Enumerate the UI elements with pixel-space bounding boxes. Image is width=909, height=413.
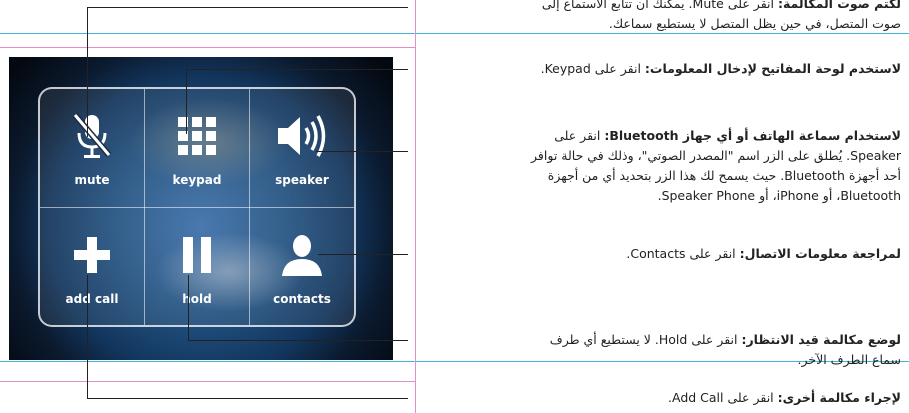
callout-line-speaker — [316, 151, 408, 152]
contacts-button[interactable]: contacts — [250, 208, 354, 326]
callout-text-hold: لوضع مكالمة قيد الانتظار: انقر على Hold.… — [421, 330, 901, 370]
callout-line-mute — [87, 7, 408, 8]
mute-button[interactable]: mute — [40, 89, 144, 207]
callout-line-add-call — [87, 398, 408, 399]
in-call-screen: mute keypad speaker add call hold contac… — [9, 57, 393, 360]
add-call-label: add call — [65, 292, 119, 306]
callout-text-mute: لكتم صوت المكالمة: انقر على Mute. يمكنك … — [421, 0, 901, 34]
muted-microphone-icon — [40, 111, 144, 161]
callout-body-speaker: انقر على — [554, 128, 601, 143]
callout-title-hold: لوضع مكالمة قيد الانتظار: — [741, 332, 901, 347]
add-call-button[interactable]: add call — [40, 208, 144, 326]
callout-body-mute: انقر على Mute. يمكنك أن تتابع الاستماع إ… — [541, 0, 774, 11]
keypad-button[interactable]: keypad — [145, 89, 249, 207]
callout-body-hold: انقر على Hold. لا يستطيع أي طرف — [549, 332, 738, 347]
callout-body-speaker: Speaker. يُطلق على الزر اسم "المصدر الصو… — [531, 148, 901, 163]
callout-line-mute — [87, 7, 88, 137]
guide-line — [415, 0, 416, 413]
callout-body-hold: سماع الطرف الآخر. — [797, 352, 901, 367]
callout-body-add-call: انقر على Add Call. — [668, 390, 774, 405]
plus-icon — [40, 230, 144, 280]
keypad-label: keypad — [172, 173, 222, 187]
speaker-icon — [250, 111, 354, 161]
pause-icon — [145, 230, 249, 280]
callout-body-keypad: انقر على Keypad. — [540, 61, 641, 76]
callout-line-contacts — [318, 254, 408, 255]
callout-body-contacts: انقر على Contacts. — [626, 246, 736, 261]
callout-text-keypad: لاستخدم لوحة المفاتيح لإدخال المعلومات: … — [421, 59, 901, 79]
callout-line-keypad — [186, 69, 408, 70]
mute-label: mute — [74, 173, 110, 187]
callout-title-speaker: لاستخدام سماعة الهاتف أو أي جهاز Bluetoo… — [604, 128, 901, 143]
callout-title-keypad: لاستخدم لوحة المفاتيح لإدخال المعلومات: — [644, 61, 901, 76]
person-silhouette-icon — [250, 230, 354, 280]
callout-body-mute: صوت المتصل، في حين يظل المتصل لا يستطيع … — [608, 16, 901, 31]
guide-line — [0, 47, 415, 48]
speaker-label: speaker — [275, 173, 329, 187]
hold-label: hold — [182, 292, 212, 306]
keypad-grid-icon — [145, 111, 249, 161]
guide-line — [0, 381, 415, 382]
callout-line-hold — [188, 340, 408, 341]
hold-button[interactable]: hold — [145, 208, 249, 326]
callout-body-speaker: أحد أجهزة Bluetooth. حيث يسمح لك هذا الز… — [547, 168, 901, 183]
callout-body-speaker: Bluetooth، أو iPhone، أو Speaker Phone. — [657, 188, 901, 203]
callout-title-mute: لكتم صوت المكالمة: — [777, 0, 901, 11]
callout-text-add-call: لإجراء مكالمة أخرى: انقر على Add Call. — [421, 388, 901, 408]
callout-line-hold — [188, 275, 189, 340]
callout-text-speaker: لاستخدام سماعة الهاتف أو أي جهاز Bluetoo… — [421, 126, 901, 206]
speaker-button[interactable]: speaker — [250, 89, 354, 207]
callout-text-contacts: لمراجعة معلومات الاتصال: انقر على Contac… — [421, 244, 901, 264]
callout-title-add-call: لإجراء مكالمة أخرى: — [777, 390, 901, 405]
callout-title-contacts: لمراجعة معلومات الاتصال: — [739, 246, 901, 261]
callout-line-keypad — [186, 69, 187, 134]
contacts-label: contacts — [273, 292, 331, 306]
callout-line-add-call — [87, 275, 88, 399]
call-options-panel: mute keypad speaker add call hold contac… — [38, 87, 356, 327]
